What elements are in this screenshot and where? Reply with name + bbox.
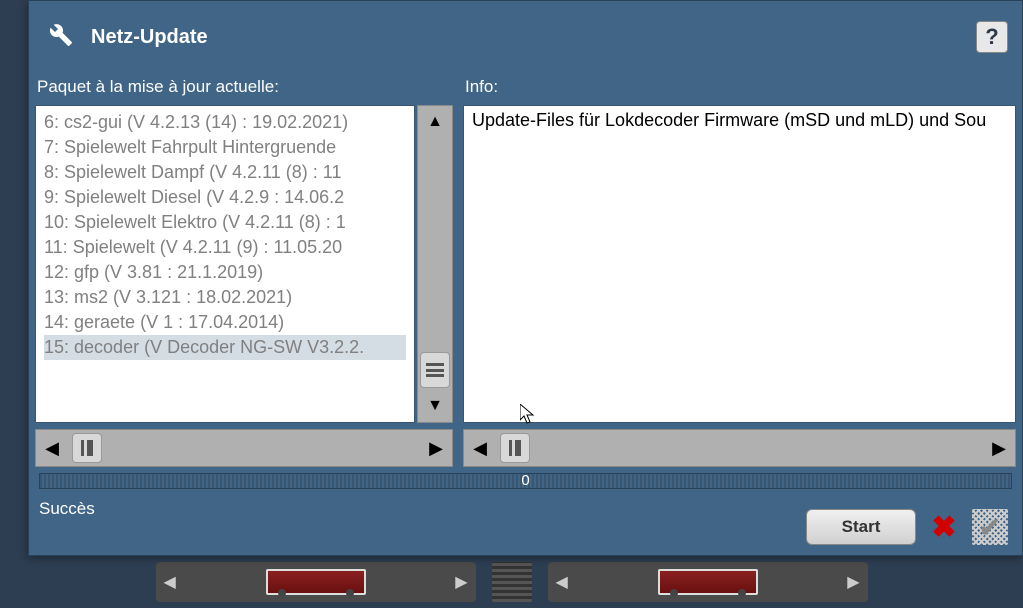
progress-area: 0	[29, 473, 1022, 491]
scroll-track[interactable]	[418, 138, 452, 350]
package-list-item[interactable]: 14: geraete (V 1 : 17.04.2014)	[44, 310, 406, 335]
package-list[interactable]: 6: cs2-gui (V 4.2.13 (14) : 19.02.2021)7…	[35, 105, 415, 423]
check-icon: ✔	[978, 511, 1001, 544]
scroll-thumb[interactable]	[500, 433, 530, 463]
info-panel-label: Info:	[463, 73, 1016, 105]
package-vertical-scrollbar[interactable]: ▲ ▼	[417, 105, 453, 423]
package-list-item[interactable]: 6: cs2-gui (V 4.2.13 (14) : 19.02.2021)	[44, 110, 406, 135]
help-button[interactable]: ?	[976, 21, 1008, 53]
confirm-button[interactable]: ✔	[972, 509, 1008, 545]
arrow-right-icon: ▶	[455, 572, 467, 592]
bottom-center-grip	[492, 562, 532, 602]
info-text: Update-Files für Lokdecoder Firmware (mS…	[472, 110, 1007, 131]
info-box: Update-Files für Lokdecoder Firmware (mS…	[463, 105, 1016, 423]
package-list-item[interactable]: 8: Spielewelt Dampf (V 4.2.11 (8) : 11	[44, 160, 406, 185]
train-icon	[266, 569, 366, 595]
package-list-item[interactable]: 11: Spielewelt (V 4.2.11 (9) : 11.05.20	[44, 235, 406, 260]
train-card-left: ◀ ▶	[156, 562, 476, 602]
train-card-right: ◀ ▶	[548, 562, 868, 602]
arrow-left-icon: ◀	[164, 572, 176, 592]
train-icon	[658, 569, 758, 595]
progress-value: 0	[521, 472, 529, 489]
package-panel-label: Paquet à la mise à jour actuelle:	[35, 73, 453, 105]
scroll-down-button[interactable]: ▼	[418, 390, 452, 422]
dialog-footer: Start ✖ ✔	[806, 509, 1008, 545]
scroll-right-button[interactable]: ▶	[420, 430, 452, 466]
dialog-header: Netz-Update ?	[29, 1, 1022, 73]
info-panel: Info: Update-Files für Lokdecoder Firmwa…	[463, 73, 1016, 423]
start-button[interactable]: Start	[806, 509, 916, 545]
scroll-left-button[interactable]: ◀	[464, 430, 496, 466]
arrow-left-icon: ◀	[556, 572, 568, 592]
package-horizontal-scrollbar[interactable]: ◀ ▶	[35, 429, 453, 467]
scroll-thumb[interactable]	[72, 433, 102, 463]
package-list-item[interactable]: 10: Spielewelt Elektro (V 4.2.11 (8) : 1	[44, 210, 406, 235]
package-list-item[interactable]: 7: Spielewelt Fahrpult Hintergruende	[44, 135, 406, 160]
scroll-right-button[interactable]: ▶	[983, 430, 1015, 466]
wrench-icon	[49, 23, 73, 52]
cancel-button[interactable]: ✖	[926, 509, 962, 545]
arrow-right-icon: ▶	[847, 572, 859, 592]
scroll-up-button[interactable]: ▲	[418, 106, 452, 138]
package-list-item[interactable]: 12: gfp (V 3.81 : 21.1.2019)	[44, 260, 406, 285]
package-list-item[interactable]: 15: decoder (V Decoder NG-SW V3.2.2.	[44, 335, 406, 360]
background-toolbar: ◀ ▶ ◀ ▶	[0, 556, 1023, 608]
package-list-item[interactable]: 9: Spielewelt Diesel (V 4.2.9 : 14.06.2	[44, 185, 406, 210]
info-horizontal-scrollbar[interactable]: ◀ ▶	[463, 429, 1016, 467]
dialog-title: Netz-Update	[91, 26, 208, 49]
package-list-item[interactable]: 13: ms2 (V 3.121 : 18.02.2021)	[44, 285, 406, 310]
close-icon: ✖	[931, 510, 956, 545]
scroll-menu-button[interactable]	[420, 352, 450, 388]
update-dialog: Netz-Update ? Paquet à la mise à jour ac…	[28, 0, 1023, 556]
package-panel: Paquet à la mise à jour actuelle: 6: cs2…	[35, 73, 453, 423]
scroll-left-button[interactable]: ◀	[36, 430, 68, 466]
